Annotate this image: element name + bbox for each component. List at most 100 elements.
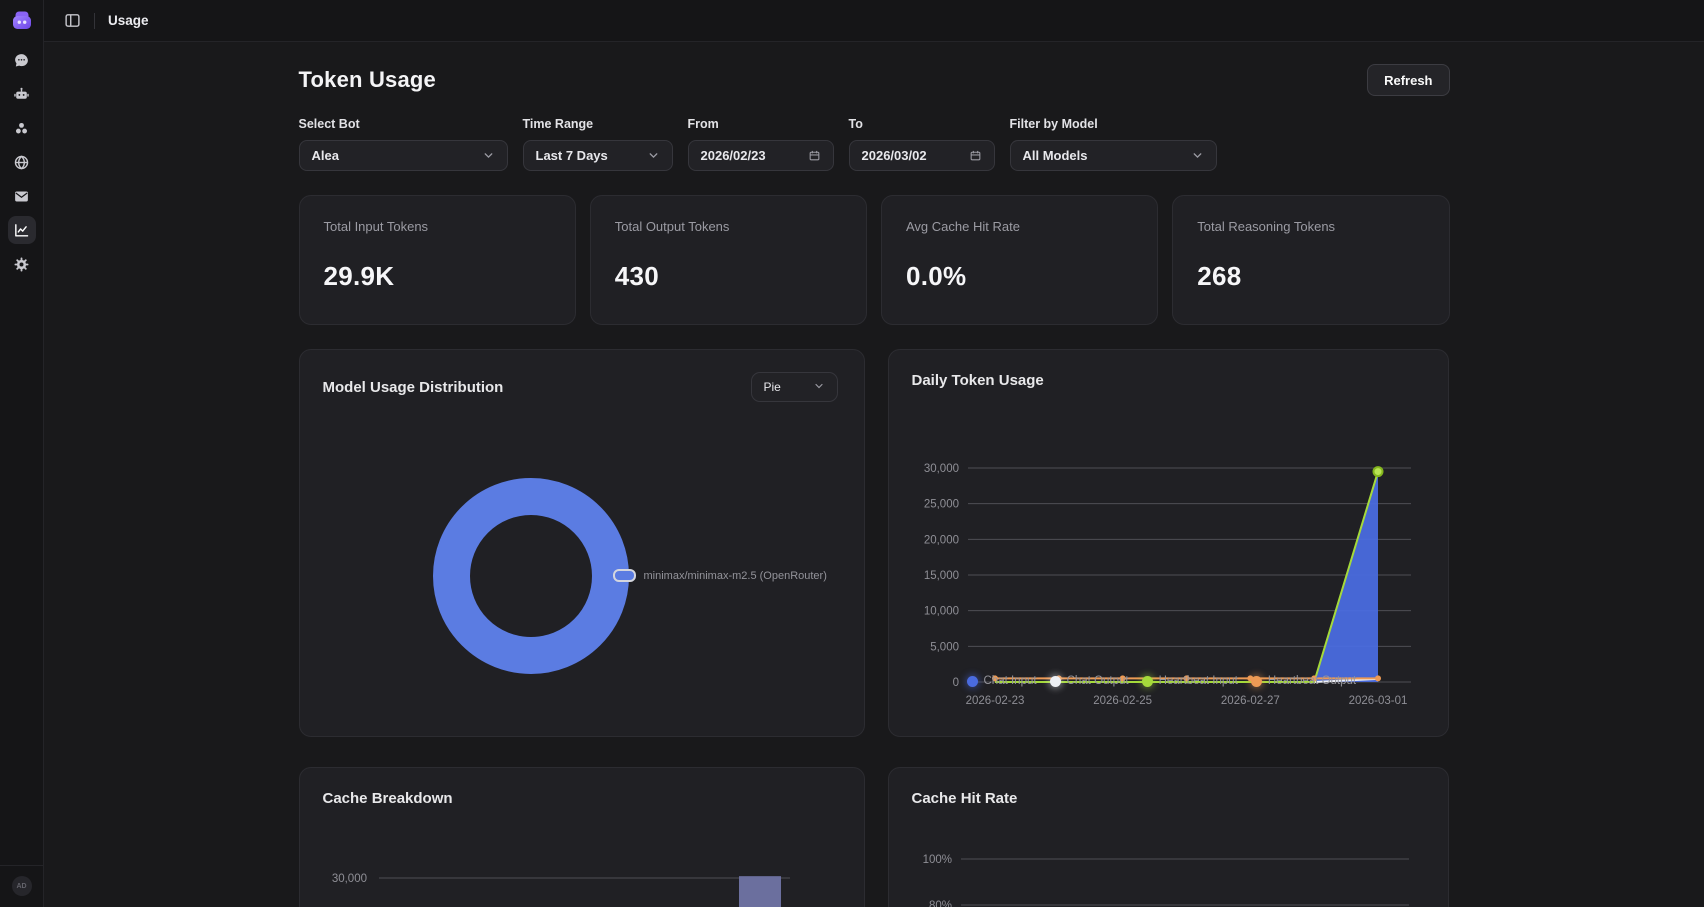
stat-label: Total Input Tokens [324,219,551,234]
legend-text: Chat Output [1067,675,1129,687]
svg-text:10,000: 10,000 [923,606,958,618]
select-bot-label: Select Bot [299,117,508,131]
to-label: To [849,117,995,131]
svg-text:2026-03-01: 2026-03-01 [1348,695,1407,707]
cache-breakdown-card: Cache Breakdown 30,000 [299,767,865,907]
stat-value: 29.9K [324,261,551,292]
date-to-value: 2026/03/02 [862,148,927,163]
panel-left-icon [64,12,81,29]
chart-title: Model Usage Distribution [323,379,504,396]
analytics-icon [13,222,30,239]
chart-type-dropdown[interactable]: Pie [751,372,838,402]
svg-text:2026-02-25: 2026-02-25 [1093,695,1152,707]
svg-text:0: 0 [952,677,958,689]
chart-type-value: Pie [764,380,781,394]
app-logo[interactable] [9,8,35,34]
stat-card-input-tokens: Total Input Tokens 29.9K [299,195,576,325]
filter-date-from: From 2026/02/23 [688,117,834,171]
daily-token-usage-card: Daily Token Usage 05,00010,00015,00020,0… [888,349,1449,737]
svg-text:80%: 80% [928,900,951,907]
svg-text:30,000: 30,000 [923,463,958,475]
donut-chart [300,350,865,737]
cache-hit-rate-card: Cache Hit Rate 100% 80% [888,767,1449,907]
stat-label: Avg Cache Hit Rate [906,219,1133,234]
legend-label: minimax/minimax-m2.5 (OpenRouter) [644,570,827,582]
chevron-down-icon [813,380,825,395]
charts-row-top: Model Usage Distribution Pie minimax/min… [299,349,1450,737]
user-avatar[interactable]: AD [12,876,32,896]
chart-title: Cache Hit Rate [912,790,1018,807]
svg-text:2026-02-27: 2026-02-27 [1220,695,1279,707]
model-usage-distribution-card: Model Usage Distribution Pie minimax/min… [299,349,865,737]
stat-value: 430 [615,261,842,292]
sidebar-nav [8,46,36,278]
refresh-button[interactable]: Refresh [1367,64,1449,96]
title-row: Token Usage Refresh [299,64,1450,96]
filter-date-to: To 2026/03/02 [849,117,995,171]
page-title: Token Usage [299,67,437,93]
model-value: All Models [1023,148,1088,163]
calendar-icon [969,149,982,162]
stat-value: 268 [1197,261,1424,292]
chat-icon [13,52,30,69]
svg-text:2026-02-23: 2026-02-23 [965,695,1024,707]
legend-dot [1050,676,1061,687]
legend-swatch [613,569,636,582]
sidebar-item-globe[interactable] [8,148,36,176]
select-bot-dropdown[interactable]: Alea [299,140,508,171]
legend-dot [967,676,978,687]
svg-text:30,000: 30,000 [331,873,366,885]
daily-chart-legend: Chat Input Chat Output Heartbeat Input Hear… [967,675,1357,687]
globe-icon [13,154,30,171]
sidebar-item-bots[interactable] [8,80,36,108]
from-label: From [688,117,834,131]
sidebar-item-nodes[interactable] [8,114,36,142]
calendar-icon [808,149,821,162]
filter-time-range: Time Range Last 7 Days [523,117,673,171]
date-to-input[interactable]: 2026/03/02 [849,140,995,171]
legend-item[interactable]: Chat Input [967,675,1037,687]
page-breadcrumb-title: Usage [108,13,149,28]
stat-label: Total Reasoning Tokens [1197,219,1424,234]
robot-icon [13,86,30,103]
model-dropdown[interactable]: All Models [1010,140,1217,171]
gear-icon [13,256,30,273]
svg-text:25,000: 25,000 [923,499,958,511]
legend-dot [1142,676,1153,687]
svg-text:15,000: 15,000 [923,570,958,582]
sidebar-item-usage[interactable] [8,216,36,244]
stat-card-output-tokens: Total Output Tokens 430 [590,195,867,325]
sidebar-item-settings[interactable] [8,250,36,278]
chevron-down-icon [647,149,660,162]
sidebar-item-mail[interactable] [8,182,36,210]
charts-row-bottom: Cache Breakdown 30,000 Cache Hit Rate 10… [299,767,1450,907]
date-from-input[interactable]: 2026/02/23 [688,140,834,171]
nodes-icon [13,120,30,137]
bot-logo-icon [10,9,34,33]
svg-text:100%: 100% [922,854,951,866]
stat-cards-row: Total Input Tokens 29.9K Total Output To… [299,195,1450,325]
main-content: Token Usage Refresh Select Bot Alea Time… [44,42,1704,907]
chevron-down-icon [1191,149,1204,162]
legend-item[interactable]: Chat Output [1050,675,1129,687]
filter-by-model-label: Filter by Model [1010,117,1217,131]
sidebar-item-chat[interactable] [8,46,36,74]
legend-item[interactable]: Heartbeat Input [1142,675,1238,687]
filter-model: Filter by Model All Models [1010,117,1217,171]
chevron-down-icon [482,149,495,162]
chart-title: Daily Token Usage [912,372,1044,389]
legend-item[interactable]: Heartbeat Output [1251,675,1356,687]
filter-bar: Select Bot Alea Time Range Last 7 Days F… [299,117,1450,171]
donut-legend: minimax/minimax-m2.5 (OpenRouter) [613,569,827,582]
sidebar: AD [0,0,44,907]
svg-text:20,000: 20,000 [923,534,958,546]
stat-card-reasoning-tokens: Total Reasoning Tokens 268 [1172,195,1449,325]
date-from-value: 2026/02/23 [701,148,766,163]
legend-text: Chat Input [984,675,1037,687]
sidebar-toggle-button[interactable] [64,12,81,29]
time-range-label: Time Range [523,117,673,131]
filter-select-bot: Select Bot Alea [299,117,508,171]
legend-text: Heartbeat Output [1268,675,1356,687]
stat-card-cache-hit-rate: Avg Cache Hit Rate 0.0% [881,195,1158,325]
time-range-dropdown[interactable]: Last 7 Days [523,140,673,171]
